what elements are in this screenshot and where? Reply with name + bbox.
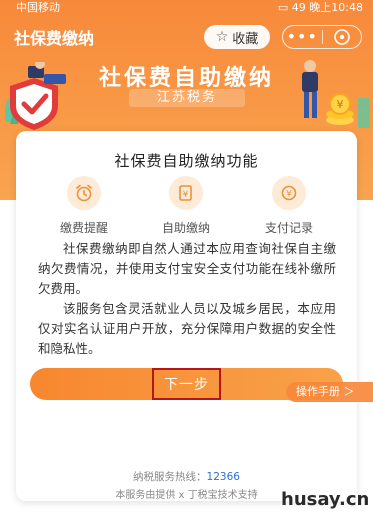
alarm-clock-icon — [67, 176, 101, 210]
svg-text:¥: ¥ — [337, 98, 344, 111]
clock-label: 晚上10:48 — [309, 1, 363, 14]
feature-payment-records[interactable]: ¥ 支付记录 — [249, 176, 329, 236]
favorite-button[interactable]: ☆ 收藏 — [204, 25, 270, 49]
battery-level: 49 — [291, 1, 306, 14]
favorite-label: 收藏 — [232, 31, 259, 47]
next-step-label: 下一步 — [152, 368, 221, 400]
banner-subtitle: 江苏税务 — [129, 89, 245, 107]
title-bar: 社保费缴纳 ☆ 收藏 ••• — [0, 18, 373, 54]
banner-title: 社保费自助缴纳 — [98, 66, 274, 91]
info-card: 社保费自助缴纳功能 缴费提醒 ¥ 自助缴纳 ¥ 支付记录 社保费缴纳即自然人通过… — [16, 131, 357, 501]
feature-label: 缴费提醒 — [59, 221, 108, 235]
hotline-label: 纳税服务热线： — [133, 471, 207, 483]
service-hotline: 纳税服务热线：12366 — [16, 469, 357, 484]
close-miniapp-button[interactable] — [322, 28, 361, 46]
feature-label: 自助缴纳 — [161, 221, 210, 235]
description-paragraph-2: 该服务包含灵活就业人员以及城乡居民，本应用仅对实名认证用户开放，充分保障用户数据… — [38, 301, 336, 356]
miniapp-capsule: ••• — [282, 25, 362, 49]
feature-self-payment[interactable]: ¥ 自助缴纳 — [146, 176, 226, 236]
battery-icon: ▭ — [277, 1, 289, 14]
page-title: 社保费缴纳 — [14, 29, 95, 48]
watermark: husay.cn — [281, 489, 370, 510]
svg-text:¥: ¥ — [286, 190, 292, 200]
status-bar: 中国移动 ▭ 49 晚上10:48 — [0, 0, 373, 16]
star-icon: ☆ — [215, 29, 229, 45]
operation-manual-button[interactable]: 操作手册 ＞ — [286, 382, 373, 402]
document-pay-icon: ¥ — [169, 176, 203, 210]
feature-payment-reminder[interactable]: 缴费提醒 — [44, 176, 124, 236]
more-options-icon[interactable]: ••• — [283, 27, 322, 47]
feature-label: 支付记录 — [264, 221, 313, 235]
close-circle-icon — [333, 29, 350, 45]
hotline-number[interactable]: 12366 — [207, 471, 240, 483]
description-paragraph-1: 社保费缴纳即自然人通过本应用查询社保自主缴纳欠费情况，并使用支付宝安全支付功能在… — [38, 241, 336, 296]
clock-area: ▭ 49 晚上10:48 — [278, 0, 363, 16]
yen-coin-icon: ¥ — [272, 176, 306, 210]
svg-text:¥: ¥ — [183, 190, 189, 200]
card-title: 社保费自助缴纳功能 — [114, 152, 259, 170]
carrier-label: 中国移动 — [16, 1, 60, 14]
